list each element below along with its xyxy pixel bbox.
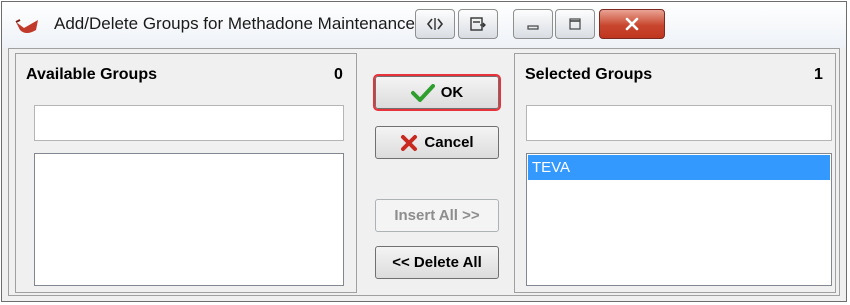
available-groups-filter-input[interactable] xyxy=(34,105,344,141)
available-groups-list[interactable] xyxy=(34,153,344,286)
available-groups-count: 0 xyxy=(334,66,343,83)
snap-button[interactable] xyxy=(415,9,455,39)
selected-groups-count: 1 xyxy=(814,66,823,83)
ok-button[interactable]: OK xyxy=(373,74,501,111)
dialog-body: Available Groups 0 OK Cancel Insert All … xyxy=(8,48,840,296)
ok-label: OK xyxy=(440,84,464,101)
available-groups-header: Available Groups xyxy=(26,66,157,83)
available-groups-panel: Available Groups 0 xyxy=(15,53,357,293)
restore-window-icon xyxy=(470,17,486,31)
delete-all-label: << Delete All xyxy=(392,254,482,271)
insert-all-button[interactable]: Insert All >> xyxy=(375,199,499,232)
selected-groups-filter-input[interactable] xyxy=(526,105,832,141)
selected-groups-panel: Selected Groups 1 TEVA xyxy=(514,53,836,293)
maximize-icon xyxy=(569,18,581,30)
selected-groups-list[interactable]: TEVA xyxy=(526,153,832,286)
minimize-icon xyxy=(527,25,539,30)
dialog-window: Add/Delete Groups for Methadone Maintena… xyxy=(1,1,847,302)
close-icon xyxy=(625,17,639,31)
close-button[interactable] xyxy=(599,9,665,39)
window-title: Add/Delete Groups for Methadone Maintena… xyxy=(54,14,419,33)
cancel-button[interactable]: Cancel xyxy=(375,126,499,159)
insert-all-label: Insert All >> xyxy=(394,207,480,224)
checkmark-icon xyxy=(410,83,435,102)
cancel-label: Cancel xyxy=(424,134,474,151)
cancel-x-icon xyxy=(401,134,418,151)
title-bar[interactable]: Add/Delete Groups for Methadone Maintena… xyxy=(2,2,846,48)
selected-groups-header: Selected Groups xyxy=(525,66,653,83)
maximize-button[interactable] xyxy=(555,9,595,39)
list-item[interactable]: TEVA xyxy=(528,155,830,180)
minimize-button[interactable] xyxy=(513,9,553,39)
syringe-icon xyxy=(15,19,38,33)
restore-window-button[interactable] xyxy=(458,9,498,39)
snap-icon xyxy=(426,18,444,30)
delete-all-button[interactable]: << Delete All xyxy=(375,246,499,279)
